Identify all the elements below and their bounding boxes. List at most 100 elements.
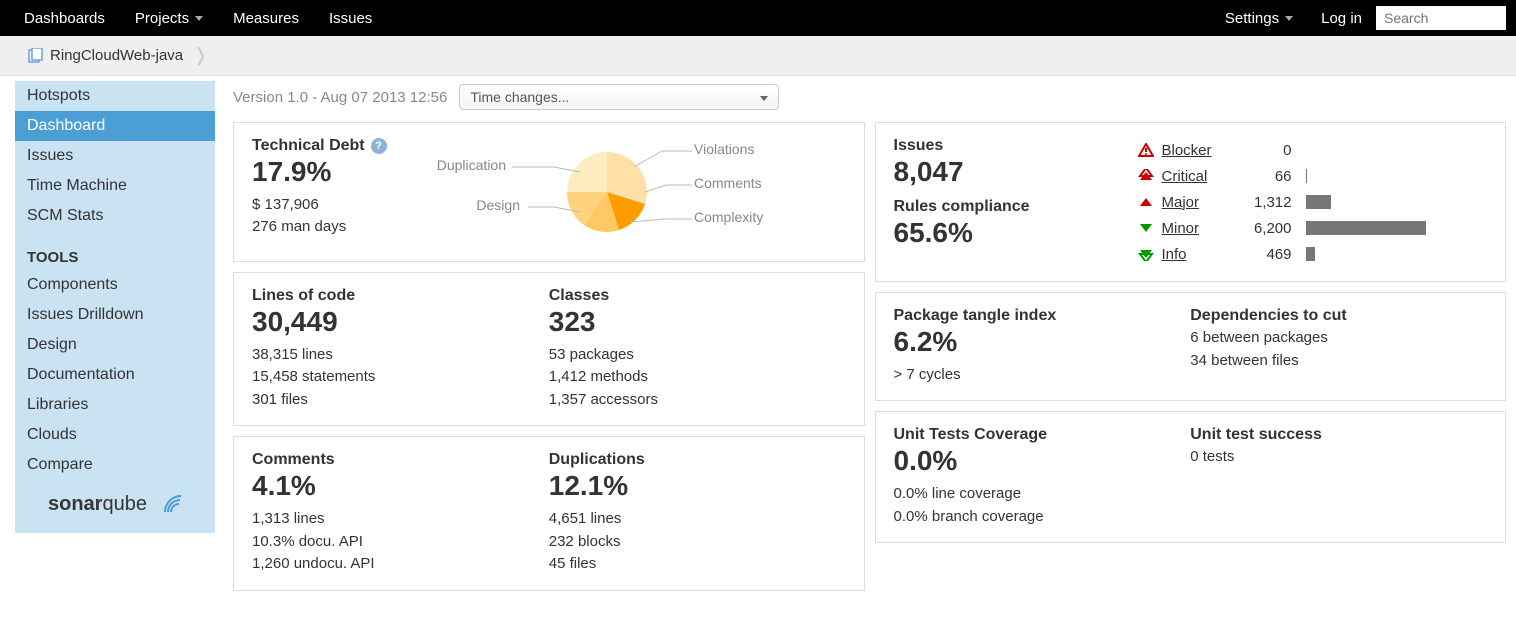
cov-sub-0: 0.0% line coverage [894, 483, 1191, 506]
issues-value: 8,047 [894, 157, 1134, 188]
widget-technical-debt: Technical Debt ? 17.9% $ 137,906 276 man… [233, 122, 865, 262]
dup-sub-0: 4,651 lines [549, 508, 846, 531]
widget-unit-tests: Unit Tests Coverage 0.0% 0.0% line cover… [875, 411, 1507, 543]
tech-debt-percent: 17.9% [252, 157, 452, 188]
widget-size: Lines of code 30,449 38,315 lines 15,458… [233, 272, 865, 426]
nav-settings[interactable]: Settings [1211, 2, 1307, 35]
severity-link-info[interactable]: Info [1162, 246, 1238, 263]
pti-sub: > 7 cycles [894, 364, 1191, 387]
severity-row-blocker: Blocker0 [1134, 137, 1488, 163]
severity-link-major[interactable]: Major [1162, 194, 1238, 211]
topnav-right: Settings Log in [1211, 2, 1506, 35]
classes-value: 323 [549, 307, 846, 338]
classes-sub-0: 53 packages [549, 344, 846, 367]
comments-sub-0: 1,313 lines [252, 508, 549, 531]
sidebar-item-libraries[interactable]: Libraries [15, 390, 215, 420]
search-input[interactable] [1376, 6, 1506, 30]
issues-title: Issues [894, 137, 1134, 155]
nav-projects-label: Projects [135, 10, 189, 27]
severity-bar-info [1306, 247, 1426, 261]
nav-projects[interactable]: Projects [121, 2, 217, 35]
chevron-down-icon [1285, 16, 1293, 21]
severity-link-minor[interactable]: Minor [1162, 220, 1238, 237]
sidebar-item-scm-stats[interactable]: SCM Stats [15, 201, 215, 231]
sidebar-item-issues-drilldown[interactable]: Issues Drilldown [15, 300, 215, 330]
severity-row-critical: Critical66 [1134, 163, 1488, 189]
classes-sub-2: 1,357 accessors [549, 389, 846, 412]
deps-title: Dependencies to cut [1190, 307, 1487, 325]
severity-link-blocker[interactable]: Blocker [1162, 142, 1238, 159]
deps-sub-0: 6 between packages [1190, 327, 1487, 350]
sidebar-item-compare[interactable]: Compare [15, 450, 215, 480]
nav-settings-label: Settings [1225, 10, 1279, 27]
sidebar-item-issues[interactable]: Issues [15, 141, 215, 171]
time-changes-label: Time changes... [470, 89, 569, 105]
nav-dashboards[interactable]: Dashboards [10, 2, 119, 35]
severity-row-major: Major1,312 [1134, 189, 1488, 215]
sidebar-item-clouds[interactable]: Clouds [15, 420, 215, 450]
severity-bar-minor [1306, 221, 1426, 235]
loc-value: 30,449 [252, 307, 549, 338]
breadcrumb-project[interactable]: RingCloudWeb-java [50, 47, 183, 64]
sidebar: HotspotsDashboardIssuesTime MachineSCM S… [15, 81, 215, 533]
severity-minor-icon [1134, 221, 1158, 235]
severity-bar-critical [1306, 169, 1426, 183]
comments-title: Comments [252, 451, 549, 469]
pie-label-duplication: Duplication [437, 157, 506, 173]
sidebar-item-documentation[interactable]: Documentation [15, 360, 215, 390]
loc-sub-1: 15,458 statements [252, 366, 549, 389]
severity-count-major: 1,312 [1242, 194, 1302, 211]
rules-title: Rules compliance [894, 198, 1134, 216]
severity-info-icon [1134, 247, 1158, 261]
loc-sub-0: 38,315 lines [252, 344, 549, 367]
severity-critical-icon [1134, 169, 1158, 183]
nav-measures[interactable]: Measures [219, 2, 313, 35]
tech-debt-title: Technical Debt ? [252, 137, 452, 155]
sidebar-item-dashboard[interactable]: Dashboard [15, 111, 215, 141]
topnav-left: Dashboards Projects Measures Issues [10, 2, 386, 35]
help-icon[interactable]: ? [371, 138, 387, 154]
dup-title: Duplications [549, 451, 846, 469]
pie-label-comments: Comments [694, 175, 762, 191]
chevron-right-icon: ❭ [193, 45, 208, 66]
nav-issues[interactable]: Issues [315, 2, 386, 35]
dup-sub-2: 45 files [549, 553, 846, 576]
widget-package-tangle: Package tangle index 6.2% > 7 cycles Dep… [875, 292, 1507, 401]
chevron-down-icon [195, 16, 203, 21]
widget-comments-duplications: Comments 4.1% 1,313 lines 10.3% docu. AP… [233, 436, 865, 590]
dup-sub-1: 232 blocks [549, 531, 846, 554]
severity-link-critical[interactable]: Critical [1162, 168, 1238, 185]
severity-count-info: 469 [1242, 246, 1302, 263]
severity-major-icon [1134, 195, 1158, 209]
rules-value: 65.6% [894, 218, 1134, 249]
severity-count-minor: 6,200 [1242, 220, 1302, 237]
project-icon [28, 48, 44, 64]
time-changes-dropdown[interactable]: Time changes... [459, 84, 779, 110]
sidebar-item-time-machine[interactable]: Time Machine [15, 171, 215, 201]
sidebar-item-design[interactable]: Design [15, 330, 215, 360]
comments-sub-1: 10.3% docu. API [252, 531, 549, 554]
top-nav: Dashboards Projects Measures Issues Sett… [0, 0, 1516, 36]
severity-bar-major [1306, 195, 1426, 209]
cov-sub-1: 0.0% branch coverage [894, 506, 1191, 529]
succ-title: Unit test success [1190, 426, 1487, 444]
nav-login[interactable]: Log in [1307, 2, 1376, 35]
version-label: Version 1.0 - Aug 07 2013 12:56 [233, 89, 447, 106]
severity-row-minor: Minor6,200 [1134, 215, 1488, 241]
classes-sub-1: 1,412 methods [549, 366, 846, 389]
sidebar-item-components[interactable]: Components [15, 270, 215, 300]
severity-count-blocker: 0 [1242, 142, 1302, 159]
severity-row-info: Info469 [1134, 241, 1488, 267]
classes-title: Classes [549, 287, 846, 305]
comments-value: 4.1% [252, 471, 549, 502]
pie-label-design: Design [476, 197, 520, 213]
pie-label-complexity: Complexity [694, 209, 763, 225]
severity-blocker-icon [1134, 143, 1158, 157]
severity-count-critical: 66 [1242, 168, 1302, 185]
svg-text:sonarqube: sonarqube [48, 493, 147, 515]
cov-value: 0.0% [894, 446, 1191, 477]
sidebar-item-hotspots[interactable]: Hotspots [15, 81, 215, 111]
chevron-down-icon [760, 96, 768, 101]
widget-issues: Issues 8,047 Rules compliance 65.6% Bloc… [875, 122, 1507, 282]
main-content: Version 1.0 - Aug 07 2013 12:56 Time cha… [215, 76, 1516, 611]
